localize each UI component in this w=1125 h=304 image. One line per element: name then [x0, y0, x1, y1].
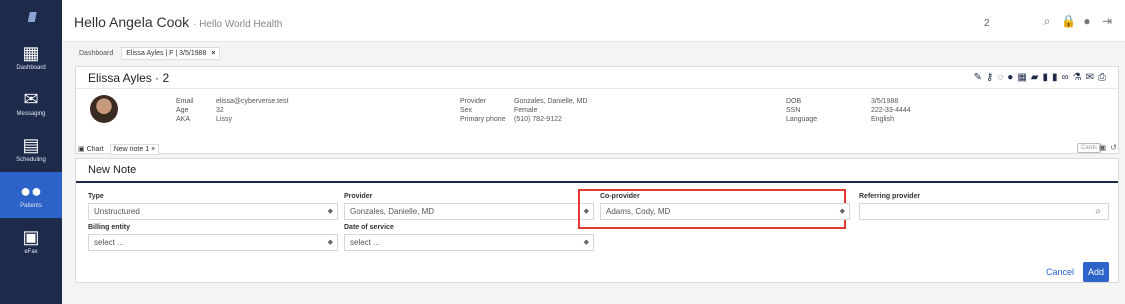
app-logo: llllll	[27, 9, 37, 25]
type-select[interactable]: Unstructured ◆	[88, 203, 338, 220]
sidebar-item-scheduling[interactable]: ▤ Scheduling	[0, 126, 62, 172]
calendar-icon: ▤	[22, 135, 40, 155]
close-note-icon[interactable]: ×	[151, 146, 155, 153]
billing-entity-label: Billing entity	[88, 224, 130, 231]
patient-header: Elissa Ayles · 2 ✎ ⚷ ◌ ● ▦ ▰ ▮ ▮ ∞ ⚗ ✉ ⎙	[76, 67, 1118, 89]
patient-subtabs: ▣ Chart New note 1 × Cards ▣ ↺	[75, 143, 1117, 155]
lab-icon[interactable]: ⚗	[1073, 72, 1082, 83]
referring-provider-input[interactable]: ⌕	[859, 203, 1109, 220]
tab-patient[interactable]: Elissa Ayles | F | 3/5/1988 ×	[121, 46, 221, 60]
sidebar-item-patients[interactable]: ●● Patients	[0, 172, 62, 218]
lock-icon[interactable]: 🔒	[1061, 14, 1076, 29]
sidebar-item-efax[interactable]: ▣ eFax	[0, 218, 62, 264]
key-icon[interactable]: ⚷	[986, 72, 993, 83]
logout-icon[interactable]: ⇥	[1101, 14, 1113, 29]
header-actions: ⌕ 🔒 ● ⇥	[1041, 14, 1113, 29]
history-icon[interactable]: ↺	[1110, 143, 1117, 152]
tab-new-note[interactable]: New note 1 ×	[109, 143, 160, 155]
patient-name: Elissa Ayles · 2	[88, 70, 170, 85]
note-header: New Note	[76, 159, 1118, 183]
user-icon[interactable]: ●	[1081, 14, 1093, 29]
add-button[interactable]: Add	[1083, 262, 1109, 282]
patient-demographic-labels: DOB SSN Language	[786, 98, 818, 123]
provider-select[interactable]: Gonzales, Danielle, MD ◆	[344, 203, 594, 220]
save-icon[interactable]: ▣	[1099, 143, 1107, 152]
search-icon[interactable]: ⌕	[1095, 206, 1101, 217]
date-of-service-label: Date of service	[344, 224, 394, 231]
select-arrow-icon: ◆	[583, 239, 589, 246]
patient-provider-values: Gonzales, Danielle, MD Female (510) 782-…	[514, 98, 588, 123]
patient-demographic-values: 3/5/1988 222-33-4444 English	[871, 98, 911, 123]
type-label: Type	[88, 193, 104, 200]
envelope-icon: ✉	[23, 89, 39, 109]
sidebar-item-messaging[interactable]: ✉ Messaging	[0, 80, 62, 126]
hide-icon[interactable]: ◌	[997, 72, 1003, 83]
people-icon[interactable]: ●	[1007, 72, 1013, 83]
notification-count[interactable]: 2	[984, 18, 990, 29]
fax-icon: ▣	[22, 227, 40, 247]
patient-contact-labels: Email Age AKA	[176, 98, 194, 123]
cards-button[interactable]: Cards	[1076, 143, 1101, 153]
cancel-button[interactable]: Cancel	[1046, 267, 1074, 277]
select-arrow-icon: ◆	[327, 208, 333, 215]
provider-label: Provider	[344, 193, 373, 200]
glasses-icon[interactable]: ∞	[1062, 72, 1069, 83]
calendar-icon[interactable]: ▦	[1017, 72, 1026, 83]
note-title: New Note	[88, 164, 137, 176]
tab-strip: Dashboard Elissa Ayles | F | 3/5/1988 ×	[75, 46, 221, 60]
patient-avatar	[90, 95, 118, 123]
close-tab-icon[interactable]: ×	[211, 50, 215, 57]
date-of-service-select[interactable]: select ... ◆	[344, 234, 594, 251]
patient-actions: ✎ ⚷ ◌ ● ▦ ▰ ▮ ▮ ∞ ⚗ ✉ ⎙	[974, 72, 1106, 83]
co-provider-select[interactable]: Adams, Cody, MD ◆	[600, 203, 850, 220]
dashboard-icon: ▦	[22, 43, 40, 63]
print-icon[interactable]: ⎙	[1098, 72, 1106, 83]
greeting: Hello Angela Cook · Hello World Health	[74, 14, 283, 30]
select-arrow-icon: ◆	[839, 208, 845, 215]
tab-dashboard[interactable]: Dashboard	[75, 48, 117, 59]
top-header: Hello Angela Cook · Hello World Health 2…	[62, 0, 1125, 42]
patient-provider-labels: Provider Sex Primary phone	[460, 98, 506, 123]
tab-chart[interactable]: ▣ Chart	[75, 144, 107, 154]
search-icon[interactable]: ⌕	[1041, 14, 1053, 29]
referring-provider-label: Referring provider	[859, 193, 921, 200]
co-provider-label: Co-provider	[600, 193, 640, 200]
mail-icon[interactable]: ✉	[1086, 72, 1094, 83]
folder-icon[interactable]: ▰	[1031, 72, 1039, 83]
document-icon[interactable]: ▮	[1042, 72, 1048, 83]
patient-contact-values: elissa@cyberverse.test 32 Lissy	[216, 98, 289, 123]
document-list-icon[interactable]: ▮	[1052, 72, 1058, 83]
new-note-form: New Note Type Unstructured ◆ Provider Gon…	[75, 158, 1119, 283]
patients-icon: ●●	[20, 181, 42, 201]
patient-card: Elissa Ayles · 2 ✎ ⚷ ◌ ● ▦ ▰ ▮ ▮ ∞ ⚗ ✉ ⎙…	[75, 66, 1119, 154]
note-tools: ▣ ↺	[1099, 143, 1117, 152]
billing-entity-select[interactable]: select ... ◆	[88, 234, 338, 251]
edit-icon[interactable]: ✎	[974, 72, 982, 83]
select-arrow-icon: ◆	[327, 239, 333, 246]
sidebar: llllll ▦ Dashboard ✉ Messaging ▤ Schedul…	[0, 0, 62, 304]
sidebar-item-dashboard[interactable]: ▦ Dashboard	[0, 34, 62, 80]
